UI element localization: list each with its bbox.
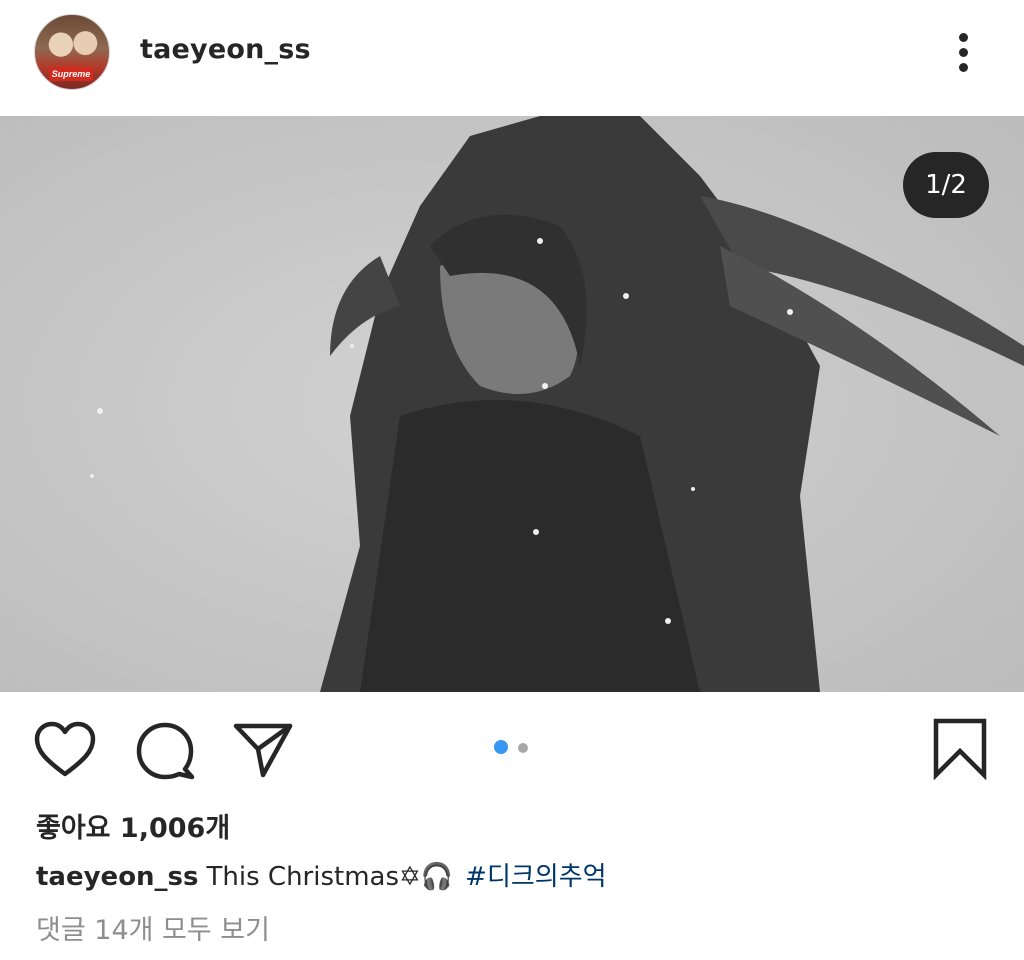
avatar-logo-tag: Supreme: [49, 67, 93, 81]
avatar[interactable]: Supreme: [34, 14, 110, 90]
share-icon: [233, 723, 293, 778]
share-button[interactable]: [232, 720, 294, 780]
comment-icon: [136, 722, 195, 780]
caption-text: This Christmas✡🎧: [206, 862, 454, 892]
media-counter-badge: 1/2: [903, 152, 989, 218]
carousel-dot-active: [494, 740, 508, 754]
comment-button[interactable]: [135, 720, 197, 782]
more-icon-dot: [959, 63, 968, 72]
caption-hashtag[interactable]: #디크의추억: [465, 862, 606, 892]
more-icon: [959, 33, 968, 42]
post-header: Supreme taeyeon_ss: [0, 0, 1024, 116]
more-icon-dot: [959, 48, 968, 57]
likes-count[interactable]: 좋아요 1,006개: [36, 806, 230, 845]
view-all-comments-link[interactable]: 댓글 14개 모두 보기: [36, 908, 270, 947]
heart-icon: [34, 721, 96, 777]
post-caption: taeyeon_ss This Christmas✡🎧 #디크의추억: [36, 856, 607, 893]
post-media[interactable]: 1/2: [0, 116, 1024, 692]
save-button[interactable]: [932, 718, 988, 781]
carousel-dot: [518, 743, 528, 753]
post-username[interactable]: taeyeon_ss: [140, 34, 311, 65]
like-button[interactable]: [34, 720, 96, 780]
action-bar: [0, 700, 1024, 796]
caption-username[interactable]: taeyeon_ss: [36, 862, 199, 892]
post-photo: [0, 116, 1024, 692]
more-options-button[interactable]: [944, 28, 984, 76]
bookmark-icon: [933, 718, 987, 781]
